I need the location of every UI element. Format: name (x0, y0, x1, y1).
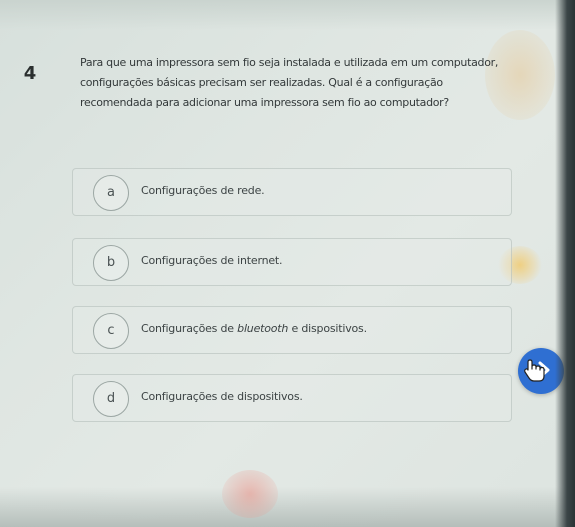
option-letter[interactable]: c (93, 313, 129, 349)
question-text: Para que uma impressora sem fio seja ins… (80, 56, 499, 109)
option-label: Configurações de bluetooth e dispositivo… (141, 322, 367, 335)
screen-shade-bottom (0, 487, 575, 527)
option-d[interactable]: d Configurações de dispositivos. (72, 374, 512, 422)
option-a[interactable]: a Configurações de rede. (72, 168, 512, 216)
option-label: Configurações de rede. (141, 184, 265, 197)
question-number: 4 (23, 63, 37, 84)
option-letter[interactable]: b (93, 245, 129, 281)
option-b[interactable]: b Configurações de internet. (72, 238, 512, 286)
monitor-bezel (555, 0, 575, 527)
option-letter[interactable]: d (93, 381, 129, 417)
option-label-start: Configurações de (141, 322, 238, 335)
screen-glare-top (0, 0, 575, 30)
screen-red-glow (222, 470, 278, 518)
option-letter[interactable]: a (93, 175, 129, 211)
option-label-italic: bluetooth (237, 322, 289, 335)
option-label: Configurações de internet. (141, 254, 283, 267)
option-label: Configurações de dispositivos. (141, 390, 303, 403)
question-screen: 4 Para que uma impressora sem fio seja i… (0, 0, 575, 527)
option-c[interactable]: c Configurações de bluetooth e dispositi… (72, 306, 512, 354)
option-label-end: e dispositivos. (288, 322, 367, 335)
